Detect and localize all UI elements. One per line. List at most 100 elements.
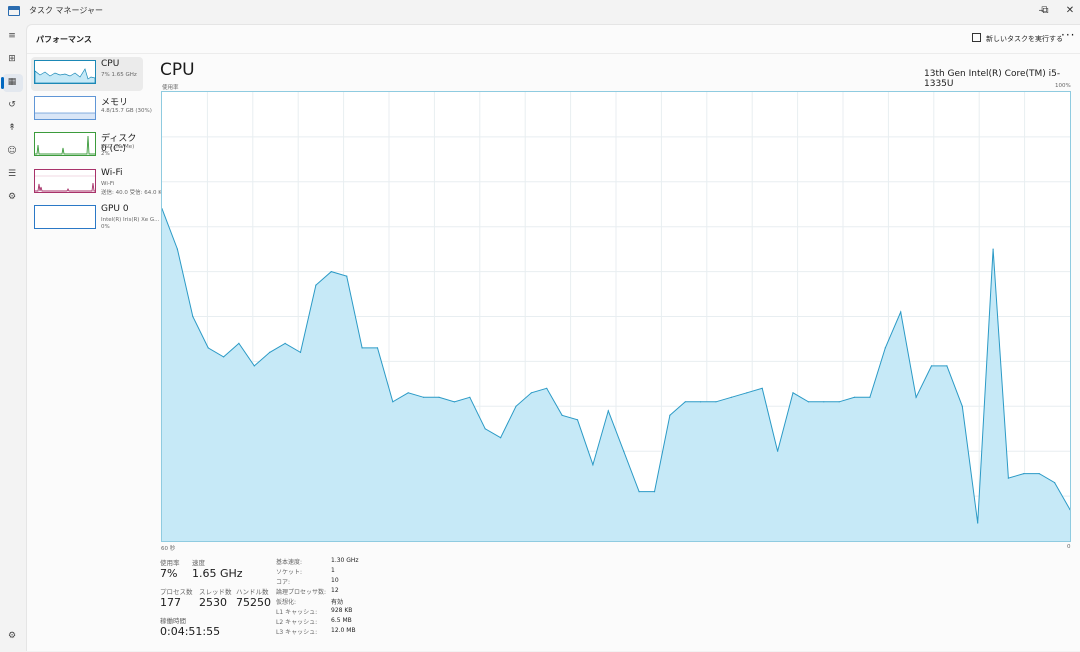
cpu-usage-point [315,284,317,286]
device-item-cpu[interactable]: CPU 7% 1.65 GHz [31,57,143,91]
spec-value: 6.5 MB [331,617,352,624]
app-history-icon[interactable]: ↺ [6,99,18,111]
cpu-usage-point [592,464,594,466]
cpu-usage-point [299,351,302,353]
cpu-usage-point [777,450,779,452]
spec-key: 基本速度: [276,559,303,566]
gpu-thumbnail-graph [34,205,96,229]
cpu-usage-point [376,347,379,349]
new-task-button[interactable]: 新しいタスクを実行する [972,33,1063,44]
cpu-usage-point [992,248,994,250]
uptime-value: 0:04:51:55 [160,625,221,638]
page-header: パフォーマンス 新しいタスクを実行する ··· [27,25,1080,54]
new-task-label: 新しいタスクを実行する [986,35,1063,43]
cpu-usage-point [223,356,225,358]
threads-label: スレッド数 [199,588,232,596]
device-item-disk[interactable]: ディスク 0 (C:) SSD (NVMe) 2% [31,129,143,163]
spec-value: 有効 [331,599,344,606]
graph-xleft-label: 60 秒 [161,546,176,552]
cpu-usage-point [915,396,917,398]
cpu-usage-point [423,396,425,398]
device-name: メモリ [101,98,129,108]
device-detail: 4.8/15.7 GB (30%) [101,108,152,114]
cpu-usage-point [669,414,671,416]
threads-value: 2530 [199,596,227,609]
spec-key: コア: [276,579,291,586]
cpu-usage-point [330,271,332,273]
title-bar: タスク マネージャー – ⧉ ✕ [0,0,1080,24]
cpu-usage-point [638,491,640,493]
cpu-usage-point [1023,473,1025,475]
performance-icon[interactable]: ▦ [6,76,18,88]
window-title: タスク マネージャー [29,6,103,15]
device-detail: Wi-Fi [101,181,115,187]
graph-ymax-label: 100% [1055,83,1071,89]
cpu-usage-point [484,428,486,430]
spec-value: 928 KB [331,607,353,614]
nav-active-indicator [1,77,4,89]
device-name: GPU 0 [101,204,129,214]
main-title: CPU [160,60,195,80]
more-options-button[interactable]: ··· [1061,28,1075,42]
cpu-usage-point [284,342,286,344]
cpu-usage-point [746,392,748,394]
cpu-usage-point [977,522,979,524]
spec-value: 1 [331,567,335,574]
cpu-usage-point [792,392,794,394]
cpu-usage-point [176,248,178,250]
users-icon[interactable]: ☺ [6,145,18,157]
cpu-usage-point [946,365,948,367]
close-button[interactable]: ✕ [1055,1,1080,21]
device-name: CPU [101,59,120,69]
menu-icon[interactable]: ≡ [6,30,18,42]
cpu-usage-point [807,401,810,403]
processes-value: 177 [160,596,181,609]
device-detail: 送信: 40.0 受信: 64.0 Kb [101,190,166,196]
memory-thumbnail-graph [34,96,96,120]
device-detail: 0% [101,224,110,230]
spec-key: L1 キャッシュ: [276,609,318,616]
cpu-usage-point [269,351,271,353]
handles-label: ハンドル数 [236,588,269,596]
disk-thumbnail-graph [34,132,96,156]
cpu-usage-point [346,275,348,277]
wifi-thumbnail-graph [34,169,96,193]
cpu-usage-point [253,365,255,367]
cpu-usage-point [653,491,656,493]
startup-icon[interactable]: ↟ [6,122,18,134]
cpu-usage-point [853,396,856,398]
graph-xright-label: 0 [1067,544,1071,550]
spec-key: ソケット: [276,569,303,576]
settings-icon[interactable]: ⚙ [6,630,18,642]
cpu-usage-point [1007,477,1010,479]
device-item-gpu[interactable]: GPU 0 Intel(R) Iris(R) Xe G... 0% [31,202,159,236]
usage-value: 7% [160,567,178,580]
cpu-usage-point [900,311,902,313]
cpu-usage-point [576,419,579,421]
spec-key: 論理プロセッサ数: [276,589,327,596]
cpu-usage-point [515,405,517,407]
cpu-usage-point [453,401,455,403]
cpu-usage-point [715,401,717,403]
cpu-usage-point [961,405,963,407]
cpu-usage-point [546,387,548,389]
cpu-usage-point [207,347,209,349]
device-detail: 2% [101,151,110,157]
content-pane: パフォーマンス 新しいタスクを実行する ··· CPU 7% 1.65 GHz … [26,24,1080,651]
cpu-usage-point [623,450,625,452]
spec-value: 1.30 GHz [331,557,359,564]
page-title: パフォーマンス [36,35,92,44]
cpu-usage-point [530,392,532,394]
device-detail: Intel(R) Iris(R) Xe G... [101,217,160,223]
spec-key: L3 キャッシュ: [276,629,318,636]
graph-ylabel: 使用率 [162,85,179,91]
services-icon[interactable]: ⚙ [6,191,18,203]
processes-icon[interactable]: ⊞ [6,53,18,65]
cpu-usage-point [438,396,440,398]
cpu-usage-point [607,410,609,412]
device-item-wifi[interactable]: Wi-Fi Wi-Fi 送信: 40.0 受信: 64.0 Kb [31,166,165,200]
device-detail: 7% 1.65 GHz [101,72,137,78]
details-icon[interactable]: ☰ [6,168,18,180]
spec-value: 12 [331,587,339,594]
device-item-memory[interactable]: メモリ 4.8/15.7 GB (30%) [31,93,152,127]
